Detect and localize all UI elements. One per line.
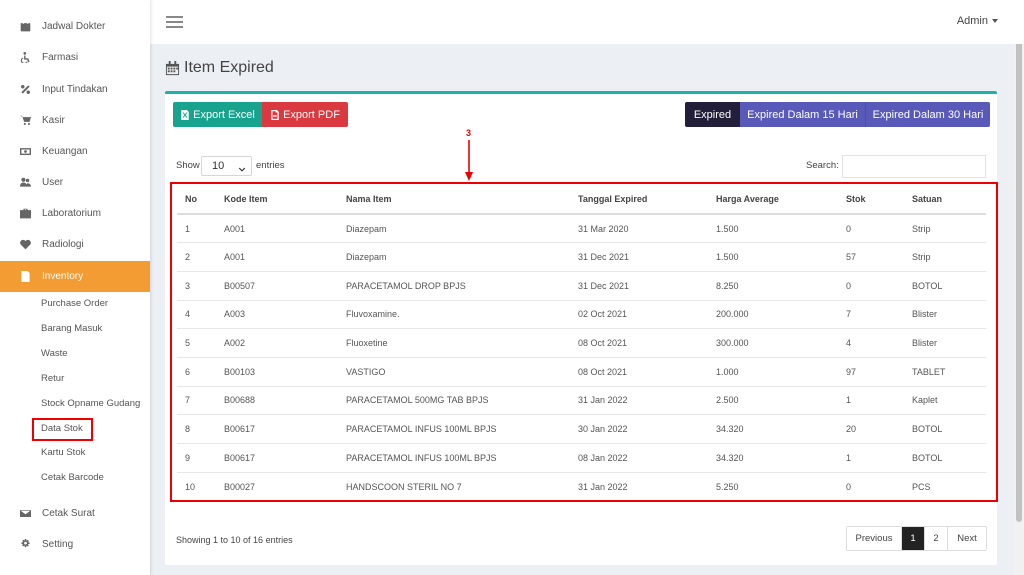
- page-title: Item Expired: [165, 59, 274, 77]
- pagination-page-1[interactable]: 1: [902, 527, 925, 550]
- sidebar-item-keuangan[interactable]: Keuangan: [0, 136, 150, 167]
- document-icon: [18, 271, 32, 283]
- sidebar-item-kasir[interactable]: Kasir: [0, 105, 150, 136]
- pagination: Previous 1 2 Next: [846, 526, 987, 551]
- page-length-value: 10: [212, 160, 225, 172]
- sidebar-item-label: Input Tindakan: [42, 84, 108, 95]
- pdf-file-icon: [271, 109, 279, 120]
- sidebar-item-inventory[interactable]: Inventory: [0, 261, 150, 292]
- annotation-arrow-icon: [465, 140, 473, 181]
- submenu-barang-masuk[interactable]: Barang Masuk: [41, 322, 102, 336]
- menu-toggle-icon[interactable]: [166, 16, 183, 28]
- submenu-stock-opname-gudang[interactable]: Stock Opname Gudang: [41, 397, 140, 411]
- search-input[interactable]: [842, 155, 986, 178]
- pagination-next-button[interactable]: Next: [948, 527, 986, 550]
- caret-down-icon: [992, 19, 998, 24]
- scrollbar[interactable]: [1014, 0, 1024, 575]
- search-label: Search:: [806, 160, 839, 171]
- scrollbar-thumb[interactable]: [1016, 12, 1022, 522]
- filter-expired-30-days-button[interactable]: Expired Dalam 30 Hari: [865, 102, 990, 127]
- sidebar-item-label: Laboratorium: [42, 208, 101, 219]
- submenu-purchase-order[interactable]: Purchase Order: [41, 297, 108, 311]
- excel-file-icon: [181, 109, 189, 120]
- entries-label: entries: [256, 160, 285, 171]
- briefcase-icon: [18, 208, 32, 220]
- page-title-text: Item Expired: [184, 59, 274, 76]
- pagination-page-2[interactable]: 2: [925, 527, 948, 550]
- sidebar-item-label: Farmasi: [42, 52, 79, 63]
- users-icon: [18, 177, 32, 189]
- sidebar-item-label: Inventory: [42, 271, 84, 282]
- sidebar-item-laboratorium[interactable]: Laboratorium: [0, 198, 150, 229]
- page-length-select[interactable]: 10: [201, 156, 252, 176]
- submenu-retur[interactable]: Retur: [41, 372, 64, 386]
- sidebar-item-label: Kasir: [42, 115, 65, 126]
- table-info: Showing 1 to 10 of 16 entries: [176, 535, 293, 545]
- money-icon: [18, 146, 32, 158]
- sidebar-item-user[interactable]: User: [0, 167, 150, 198]
- export-pdf-label: Export PDF: [283, 108, 340, 121]
- sidebar-item-label: Radiologi: [42, 239, 84, 250]
- sidebar-item-label: Jadwal Dokter: [42, 21, 106, 32]
- user-name: Admin: [956, 15, 988, 27]
- pagination-previous-button[interactable]: Previous: [847, 527, 902, 550]
- show-label: Show: [176, 160, 200, 171]
- calendar-icon: [165, 60, 180, 75]
- filter-expired-button[interactable]: Expired: [685, 102, 740, 127]
- annotation-number: 3: [466, 128, 472, 138]
- sidebar-item-label: User: [42, 177, 64, 188]
- user-menu[interactable]: Admin: [957, 15, 998, 27]
- annotation-highlight-table: [170, 182, 998, 502]
- cart-icon: [18, 115, 32, 127]
- chevron-down-icon: [238, 162, 246, 180]
- calendar-icon: [18, 21, 32, 33]
- envelope-icon: [18, 508, 32, 520]
- sidebar-item-label: Keuangan: [42, 146, 88, 157]
- sidebar: Jadwal Dokter Farmasi Input Tindakan Kas…: [0, 0, 150, 575]
- sidebar-item-label: Setting: [42, 539, 74, 550]
- topbar: Admin: [150, 0, 1024, 44]
- percent-icon: [18, 84, 32, 96]
- sidebar-item-radiologi[interactable]: Radiologi: [0, 229, 150, 260]
- filter-expired-15-days-button[interactable]: Expired Dalam 15 Hari: [740, 102, 865, 127]
- sidebar-item-farmasi[interactable]: Farmasi: [0, 42, 150, 73]
- sidebar-item-cetak-surat[interactable]: Cetak Surat: [0, 498, 150, 529]
- submenu-kartu-stok[interactable]: Kartu Stok: [41, 446, 85, 460]
- gear-icon: [18, 539, 32, 551]
- wheelchair-icon: [18, 52, 32, 64]
- submenu-cetak-barcode[interactable]: Cetak Barcode: [41, 471, 104, 485]
- export-excel-button[interactable]: Export Excel: [173, 102, 262, 127]
- sidebar-item-label: Cetak Surat: [42, 508, 95, 519]
- sidebar-item-jadwal-dokter[interactable]: Jadwal Dokter: [0, 11, 150, 42]
- sidebar-item-input-tindakan[interactable]: Input Tindakan: [0, 74, 150, 105]
- submenu-waste[interactable]: Waste: [41, 347, 68, 361]
- export-pdf-button[interactable]: Export PDF: [262, 102, 348, 127]
- export-excel-label: Export Excel: [193, 108, 255, 121]
- heartbeat-icon: [18, 239, 32, 251]
- sidebar-item-setting[interactable]: Setting: [0, 529, 150, 560]
- annotation-highlight-data-stok: [32, 418, 93, 441]
